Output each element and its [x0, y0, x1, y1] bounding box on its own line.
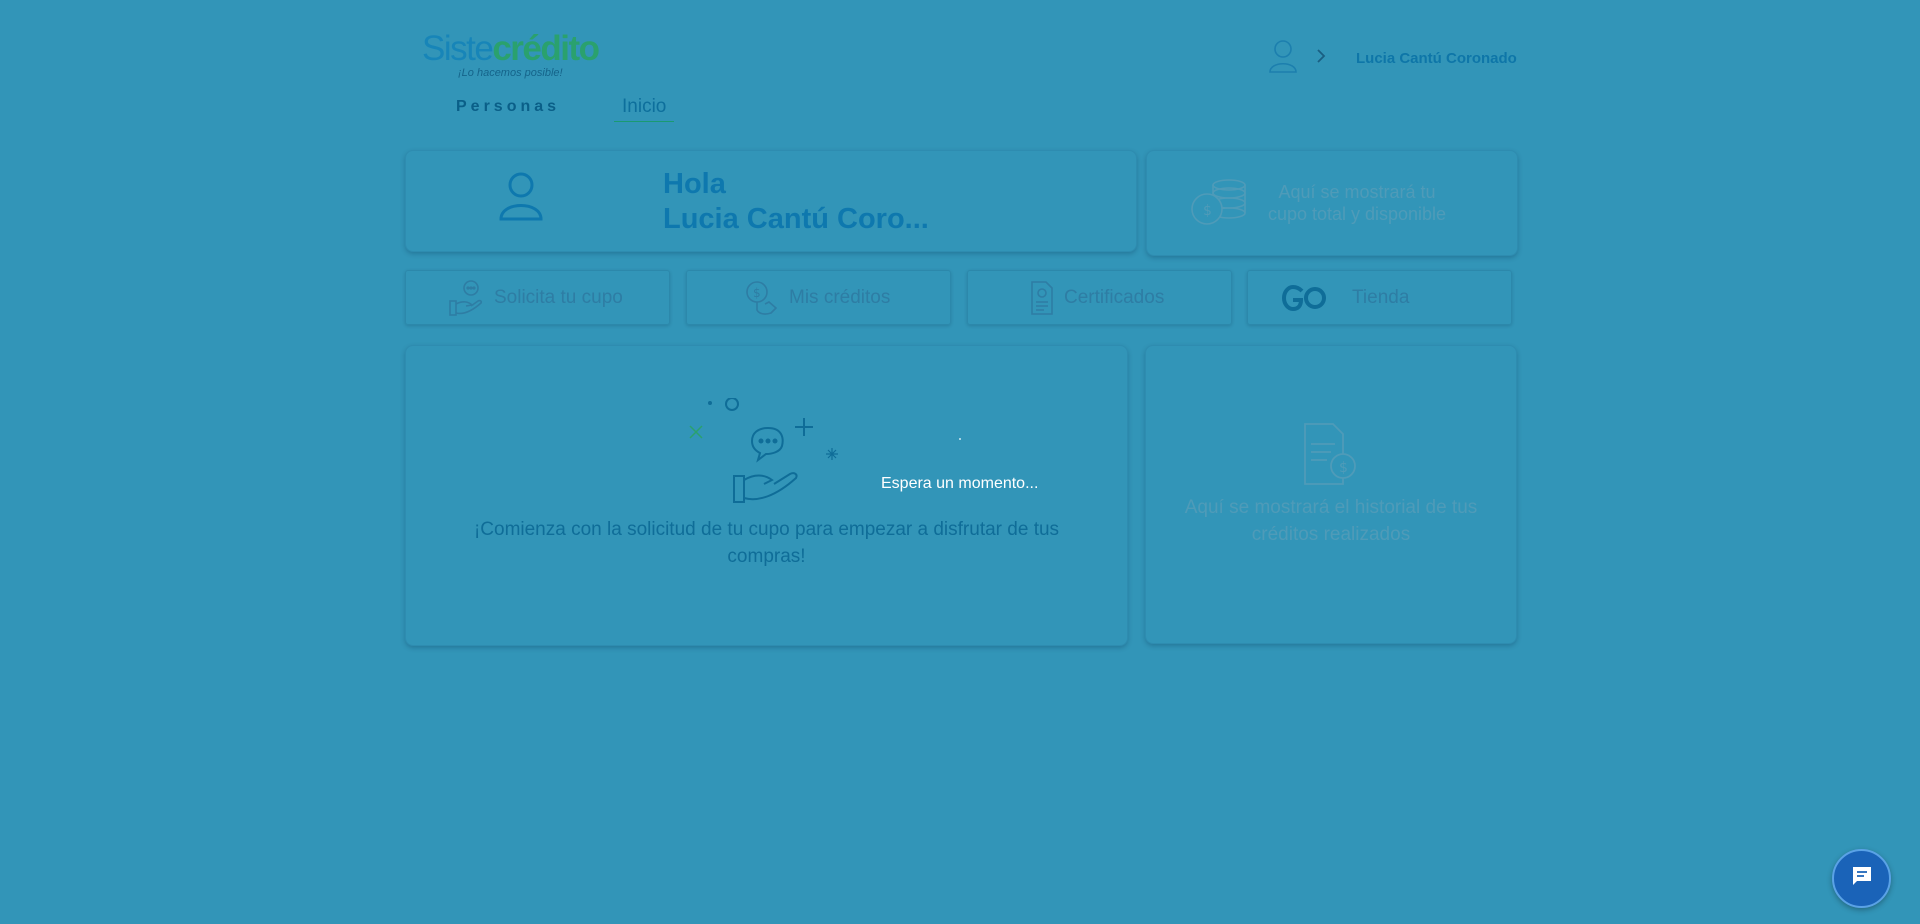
- quota-placeholder-text: Aquí se mostrará tu cupo total y disponi…: [1267, 182, 1447, 224]
- credit-request-card: ¡Comienza con la solicitud de tu cupo pa…: [405, 345, 1128, 646]
- certificados-label: Certificados: [1064, 286, 1165, 308]
- coins-icon: $: [1189, 177, 1249, 232]
- tienda-button[interactable]: Tienda: [1247, 270, 1512, 325]
- certificate-icon: [1030, 280, 1054, 316]
- user-menu[interactable]: Lucia Cantú Coronado: [1268, 39, 1517, 78]
- logo-text-credito: crédito: [492, 29, 600, 68]
- page: Sistecrédito ¡Lo hacemos posible! Lucia …: [0, 0, 1920, 924]
- credit-history-card: $ Aquí se mostrará el historial de tus c…: [1145, 345, 1517, 644]
- user-name: Lucia Cantú Coronado: [1356, 49, 1517, 67]
- svg-text:$: $: [753, 286, 761, 300]
- credit-request-message: ¡Comienza con la solicitud de tu cupo pa…: [473, 519, 1060, 567]
- logo-tagline: ¡Lo hacemos posible!: [458, 67, 563, 79]
- solicita-tu-cupo-label: Solicita tu cupo: [494, 286, 623, 308]
- tab-inicio[interactable]: Inicio: [614, 96, 675, 122]
- chat-button[interactable]: [1832, 849, 1891, 908]
- tienda-label: Tienda: [1352, 286, 1410, 308]
- certificados-button[interactable]: Certificados: [967, 270, 1232, 325]
- quota-card: $ Aquí se mostrará tu cupo total y dispo…: [1146, 150, 1518, 256]
- mis-creditos-label: Mis créditos: [789, 286, 891, 308]
- greeting-hello: Hola: [663, 168, 726, 200]
- loading-spinner: [959, 438, 961, 440]
- svg-text:$: $: [1339, 460, 1348, 476]
- mis-creditos-button[interactable]: $ Mis créditos: [686, 270, 951, 325]
- loading-message: Espera un momento...: [881, 475, 1039, 492]
- main-nav: Personas Inicio: [456, 96, 675, 122]
- chevron-right-icon: [1316, 48, 1326, 68]
- logo-text-siste: Siste: [422, 29, 494, 68]
- greeting-name: Lucia Cantú Coro...: [663, 203, 929, 235]
- nav-personas[interactable]: Personas: [456, 98, 560, 116]
- coin-hand-icon: $: [743, 280, 779, 316]
- hand-chat-illustration-icon: [684, 397, 854, 513]
- history-placeholder-text: Aquí se mostrará el historial de tus cré…: [1184, 497, 1478, 545]
- document-history-icon: $: [1301, 422, 1361, 493]
- svg-text:$: $: [1203, 203, 1212, 219]
- greeting-text: Hola Lucia Cantú Coro...: [663, 167, 929, 237]
- greeting-card: Hola Lucia Cantú Coro...: [405, 150, 1137, 252]
- solicita-tu-cupo-button[interactable]: Solicita tu cupo: [405, 270, 670, 325]
- sistecredito-logo[interactable]: Sistecrédito ¡Lo hacemos posible!: [422, 29, 600, 80]
- chat-icon: [1851, 865, 1873, 892]
- go-store-icon: [1282, 284, 1326, 311]
- avatar-icon: [498, 171, 544, 226]
- user-icon: [1268, 39, 1298, 78]
- hand-chat-icon: [448, 279, 484, 317]
